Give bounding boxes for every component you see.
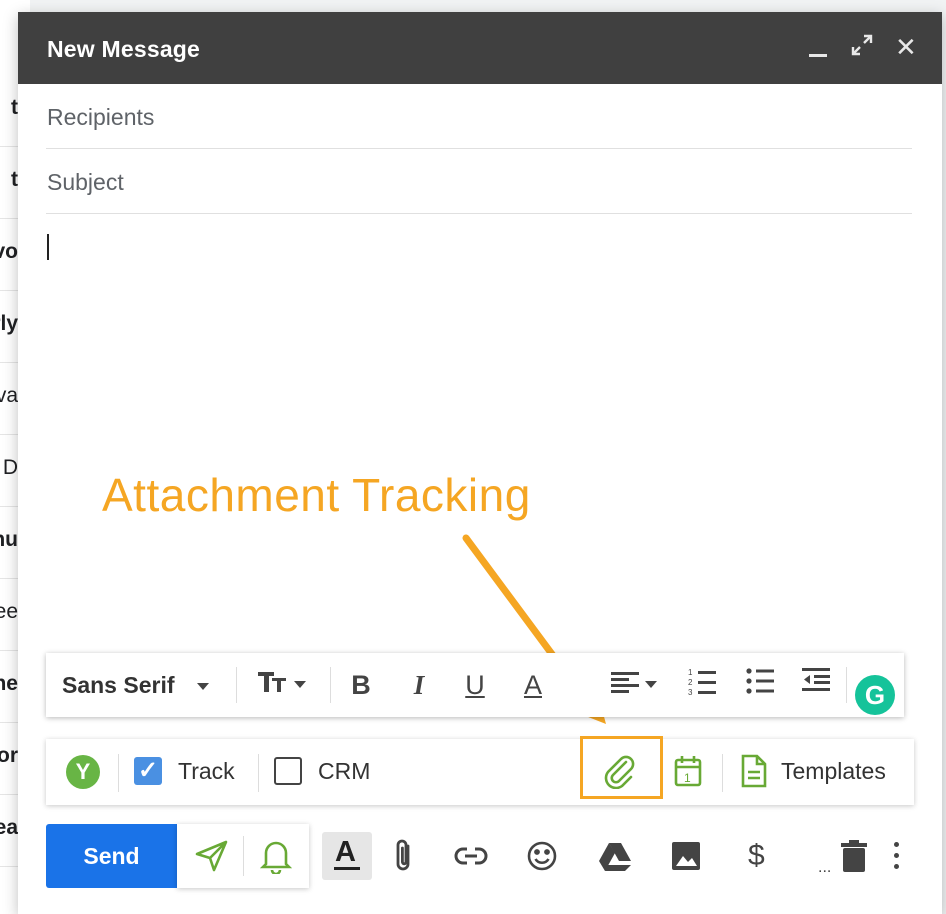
templates-icon[interactable] xyxy=(740,754,768,793)
inbox-row-fragment: or xyxy=(0,744,18,767)
track-label: Track xyxy=(178,758,235,784)
formatting-options-button[interactable]: A xyxy=(322,832,372,880)
annotation-label: Attachment Tracking xyxy=(102,469,531,521)
send-button[interactable]: Send xyxy=(46,824,177,888)
calendar-icon[interactable]: 1 xyxy=(674,755,702,792)
inbox-row-fragment: t xyxy=(11,168,18,191)
grammarly-icon[interactable]: G xyxy=(855,675,895,715)
compose-header: New Message ✕ xyxy=(18,12,942,84)
reminder-bell-icon[interactable] xyxy=(259,838,293,879)
track-checkbox[interactable] xyxy=(134,756,162,785)
yesware-logo-icon: Y xyxy=(66,755,100,789)
svg-text:3: 3 xyxy=(688,688,693,697)
text-size-icon[interactable] xyxy=(250,667,312,703)
svg-text:1: 1 xyxy=(684,771,691,785)
attach-file-icon[interactable] xyxy=(392,838,414,874)
formatting-toolbar: Sans Serif B I U A 123 G xyxy=(46,653,904,717)
inbox-row-fragment: ee xyxy=(0,600,18,623)
bold-button[interactable]: B xyxy=(344,667,378,703)
formatting-a-label: A xyxy=(335,836,356,868)
compose-title: New Message xyxy=(47,36,201,62)
subject-field[interactable]: Subject xyxy=(46,149,912,214)
minimize-icon[interactable] xyxy=(809,34,829,60)
text-color-button[interactable]: A xyxy=(516,667,550,703)
inbox-row-fragment: ea xyxy=(0,816,18,839)
money-button[interactable]: $ xyxy=(748,838,765,874)
italic-button[interactable]: I xyxy=(402,667,436,703)
more-options-icon[interactable] xyxy=(894,840,900,872)
templates-label[interactable]: Templates xyxy=(781,758,886,785)
inbox-row-fragment: hu xyxy=(0,528,18,551)
bulleted-list-icon[interactable] xyxy=(744,667,778,703)
close-icon[interactable]: ✕ xyxy=(895,34,917,60)
compose-window: New Message ✕ Recipients Subject Attachm… xyxy=(18,12,942,914)
svg-text:1: 1 xyxy=(688,668,693,677)
insert-link-icon[interactable] xyxy=(454,838,488,874)
align-icon[interactable] xyxy=(604,667,664,703)
recipients-placeholder: Recipients xyxy=(47,104,155,130)
send-options xyxy=(177,824,309,888)
inbox-row-fragment: D xyxy=(2,456,18,479)
numbered-list-icon[interactable]: 123 xyxy=(686,667,720,703)
google-drive-icon[interactable] xyxy=(598,838,632,874)
recipients-field[interactable]: Recipients xyxy=(46,84,912,149)
svg-text:2: 2 xyxy=(688,678,693,687)
fullscreen-icon[interactable] xyxy=(851,34,873,62)
send-later-icon[interactable] xyxy=(195,840,229,877)
inbox-row-fragment: rly xyxy=(0,312,18,335)
emoji-icon[interactable] xyxy=(526,838,558,874)
underline-button[interactable]: U xyxy=(458,667,492,703)
inbox-row-fragment: he xyxy=(0,672,18,695)
tracking-toolbar: Y Track CRM 1 Templates xyxy=(46,736,914,805)
delete-icon[interactable] xyxy=(840,838,868,874)
insert-photo-icon[interactable] xyxy=(670,838,702,874)
attachment-tracking-icon[interactable] xyxy=(602,753,636,794)
indent-less-icon[interactable] xyxy=(800,667,834,703)
crm-label: CRM xyxy=(318,758,371,784)
inbox-row-fragment: t xyxy=(11,96,18,119)
subject-placeholder: Subject xyxy=(47,169,124,195)
inbox-row-fragment: vo xyxy=(0,240,18,263)
font-name-label: Sans Serif xyxy=(62,672,175,698)
more-ellipsis: ... xyxy=(818,859,832,876)
message-body[interactable] xyxy=(46,217,912,637)
inbox-row-fragment: va xyxy=(0,384,18,407)
font-selector[interactable]: Sans Serif xyxy=(62,667,209,703)
crm-checkbox[interactable] xyxy=(274,757,302,785)
